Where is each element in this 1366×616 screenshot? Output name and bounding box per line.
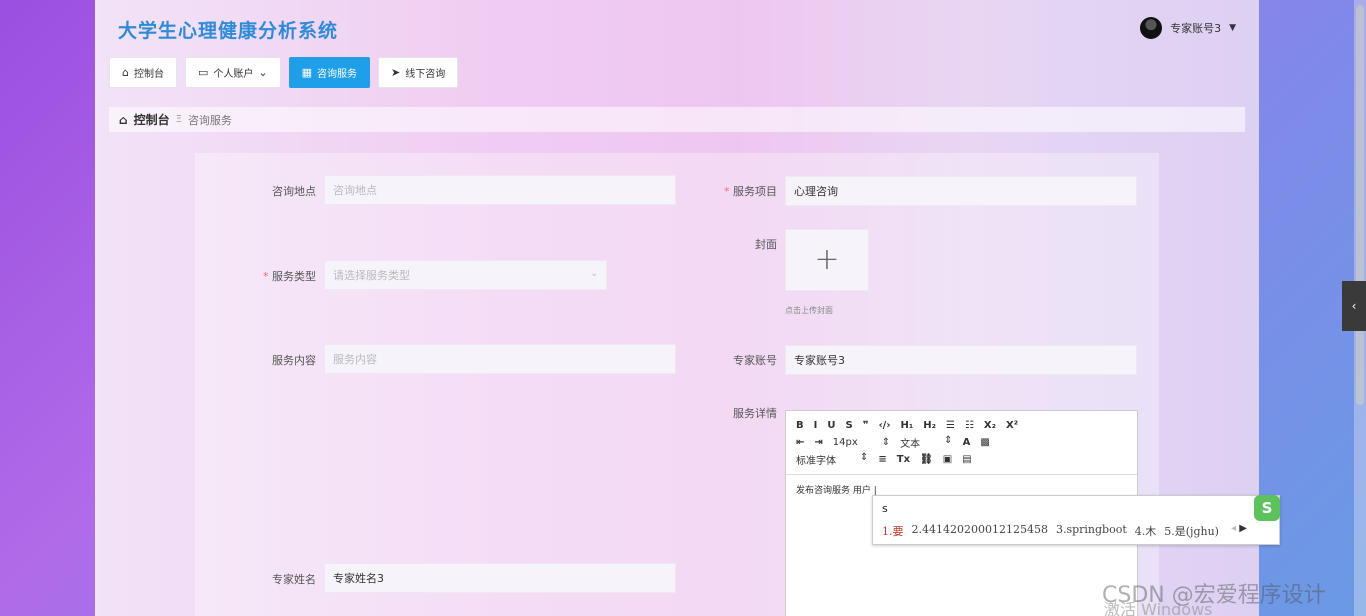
text-style-select[interactable]: 文本 ⇕	[900, 435, 952, 450]
video-icon[interactable]: ▤	[962, 454, 971, 465]
chevron-down-icon: ⌄	[258, 66, 268, 79]
nav-offline-consult-button[interactable]: ➤ 线下咨询	[378, 57, 459, 88]
grid-icon: ▦	[301, 66, 313, 79]
nav-account-button[interactable]: ▭ 个人账户 ⌄	[184, 57, 281, 88]
send-icon: ➤	[391, 66, 401, 79]
font-family-select[interactable]: 标准字体 ⇕	[796, 452, 868, 467]
expert-account-input[interactable]: 专家账号3	[785, 345, 1137, 375]
cover-upload-tip: 点击上传封面	[785, 306, 833, 315]
nav-dashboard-button[interactable]: ⌂ 控制台	[109, 57, 177, 88]
content-input[interactable]: 服务内容	[324, 344, 676, 374]
home-icon: ⌂	[122, 66, 129, 79]
link-icon[interactable]: ⛓	[920, 454, 933, 465]
content-label: 服务内容	[272, 354, 316, 367]
service-type-label: 服务类型	[226, 268, 316, 284]
expert-account-label: 专家账号	[733, 354, 777, 367]
h2-icon[interactable]: H₂	[923, 420, 936, 431]
ime-candidate[interactable]: 2.441420200012125458	[912, 523, 1048, 539]
subscript-icon[interactable]: X₂	[984, 420, 996, 431]
bold-icon[interactable]: B	[796, 420, 804, 431]
user-name[interactable]: 专家账号3	[1170, 20, 1221, 36]
font-size-select[interactable]: 14px ⇕	[833, 437, 890, 448]
background-color-icon[interactable]: ▩	[980, 437, 989, 448]
breadcrumb-home[interactable]: 控制台	[134, 111, 170, 128]
home-icon[interactable]: ⌂	[119, 113, 128, 127]
nav-label: 控制台	[133, 69, 164, 80]
activate-windows-text: 激活 Windows	[1104, 600, 1213, 616]
location-label: 咨询地点	[272, 185, 316, 198]
location-input[interactable]: 咨询地点	[324, 175, 676, 205]
app-title: 大学生心理健康分析系统	[118, 20, 339, 42]
superscript-icon[interactable]: X²	[1006, 420, 1018, 431]
quote-icon[interactable]: ❞	[863, 420, 869, 431]
bullet-list-icon[interactable]: ☷	[965, 420, 974, 431]
project-label: 服务项目	[687, 183, 777, 199]
ordered-list-icon[interactable]: ☰	[946, 420, 955, 431]
nav-label: 线下咨询	[405, 69, 446, 80]
underline-icon[interactable]: U	[827, 420, 835, 431]
account-icon: ▭	[197, 66, 209, 79]
caret-down-icon[interactable]: ▼	[1229, 23, 1236, 33]
toolbar-row: 标准字体 ⇕ ≡ Tx ⛓ ▣ ▤	[796, 451, 1127, 468]
breadcrumb-separator: Ξ	[175, 114, 182, 125]
top-nav: ⌂ 控制台 ▭ 个人账户 ⌄ ▦ 咨询服务 ➤ 线下咨询	[109, 57, 459, 88]
toolbar-row: ⇤ ⇥ 14px ⇕ 文本 ⇕ A ▩	[796, 434, 1127, 451]
italic-icon[interactable]: I	[814, 420, 818, 431]
indent-icon[interactable]: ⇥	[814, 437, 822, 448]
scrollbar-thumb[interactable]	[1356, 5, 1364, 405]
ime-page-arrows[interactable]: ◂ ▶	[1231, 523, 1247, 534]
font-family-value: 标准字体	[796, 456, 836, 467]
h1-icon[interactable]: H₁	[900, 420, 913, 431]
ime-candidate[interactable]: 4.木	[1135, 523, 1157, 539]
strike-icon[interactable]: S	[845, 420, 852, 431]
chevron-left-icon: ‹	[1351, 299, 1357, 313]
ime-logo-icon: S	[1254, 495, 1280, 521]
cover-upload[interactable]: +	[785, 229, 869, 291]
chevron-down-icon: ⌄	[590, 269, 598, 279]
cover-label: 封面	[755, 238, 777, 251]
ime-candidate[interactable]: 5.是(jghu)	[1164, 523, 1219, 539]
outdent-icon[interactable]: ⇤	[796, 437, 804, 448]
user-menu[interactable]: 专家账号3 ▼	[1140, 17, 1236, 39]
select-arrow-icon: ⇕	[881, 437, 891, 448]
service-type-select[interactable]: 请选择服务类型 ⌄	[324, 260, 607, 290]
font-size-value: 14px	[832, 437, 858, 448]
text-style-value: 文本	[900, 439, 921, 450]
code-icon[interactable]: ‹/›	[879, 420, 891, 431]
ime-candidate[interactable]: 3.springboot	[1056, 523, 1127, 539]
image-icon[interactable]: ▣	[943, 454, 952, 465]
expert-name-label: 专家姓名	[272, 573, 316, 586]
ime-composition: s	[882, 502, 888, 515]
font-color-icon[interactable]: A	[963, 437, 971, 448]
nav-consult-service-button[interactable]: ▦ 咨询服务	[288, 57, 371, 88]
ime-candidate[interactable]: 1.要	[882, 523, 904, 539]
expert-name-input[interactable]: 专家姓名3	[324, 563, 676, 593]
breadcrumb: ⌂ 控制台 Ξ 咨询服务	[109, 107, 1245, 132]
nav-label: 咨询服务	[317, 69, 358, 80]
editor-toolbar: B I U S ❞ ‹/› H₁ H₂ ☰ ☷ X₂ X² ⇤ ⇥ 14px ⇕ …	[786, 411, 1137, 475]
plus-icon: +	[814, 242, 840, 277]
ime-candidate-window[interactable]: s 1.要 2.441420200012125458 3.springboot …	[872, 495, 1280, 545]
select-arrow-icon: ⇕	[860, 452, 869, 463]
project-input[interactable]: 心理咨询	[785, 176, 1137, 206]
details-label: 服务详情	[733, 407, 777, 420]
avatar[interactable]	[1140, 17, 1163, 39]
select-arrow-icon: ⇕	[944, 435, 953, 446]
service-type-placeholder: 请选择服务类型	[333, 269, 410, 282]
align-icon[interactable]: ≡	[878, 454, 886, 465]
toolbar-row: B I U S ❞ ‹/› H₁ H₂ ☰ ☷ X₂ X²	[796, 417, 1127, 434]
next-page-icon[interactable]: ▶	[1239, 523, 1247, 534]
side-panel-toggle[interactable]: ‹	[1342, 281, 1366, 331]
nav-label: 个人账户	[213, 69, 254, 80]
ime-candidates: 1.要 2.441420200012125458 3.springboot 4.…	[882, 523, 1219, 539]
clear-format-icon[interactable]: Tx	[897, 454, 910, 465]
breadcrumb-current: 咨询服务	[187, 113, 232, 127]
